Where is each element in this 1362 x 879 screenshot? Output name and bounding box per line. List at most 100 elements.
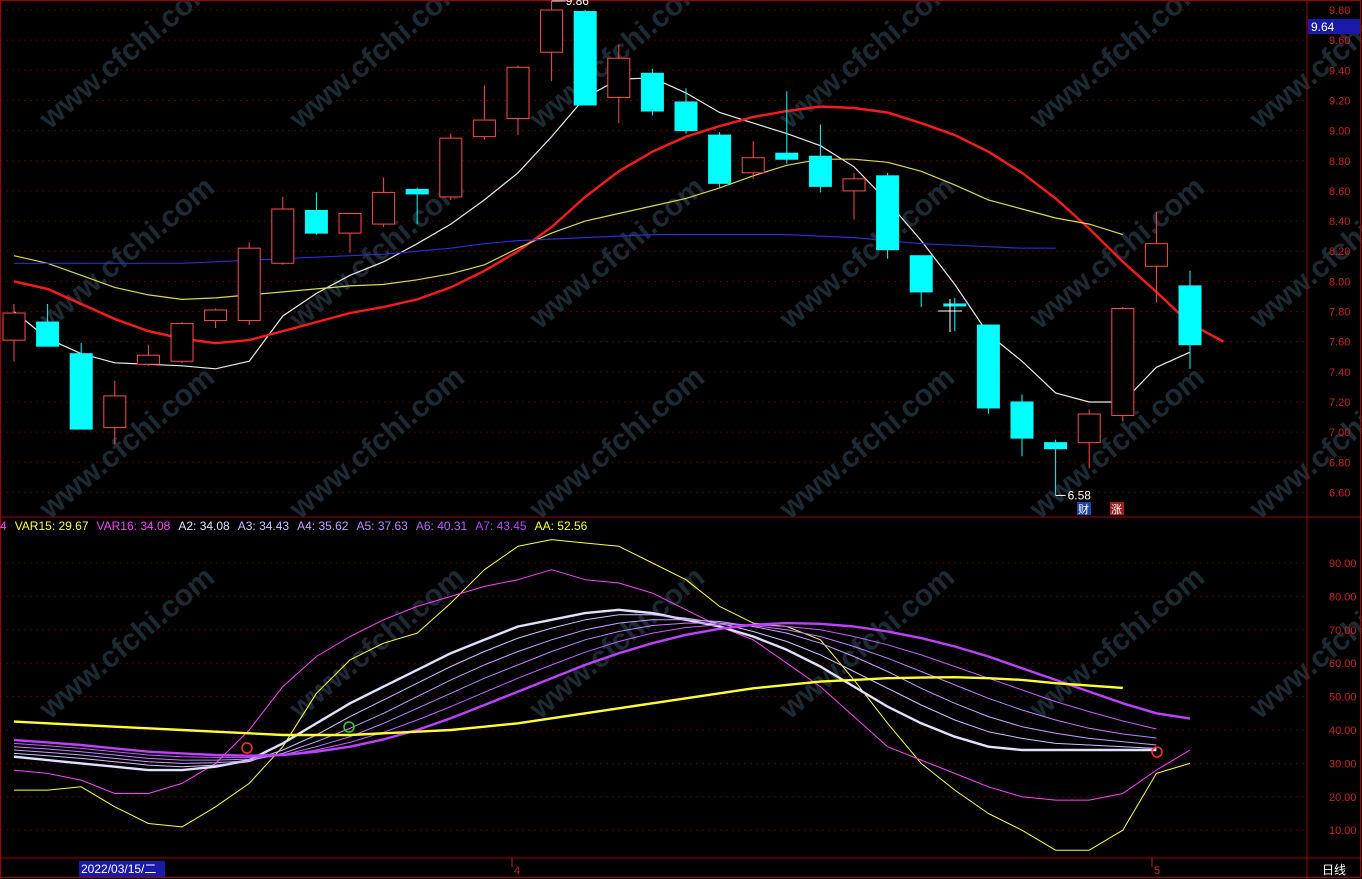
candle-body [1178,285,1202,346]
indicator-tick-label: 30.00 [1329,758,1357,770]
candle[interactable] [304,192,328,235]
period-label: 日线 [1322,863,1346,877]
price-tick-label: 7.60 [1329,337,1350,349]
watermark-text: www.cfchi.com [33,560,221,726]
price-tick-label: 6.80 [1329,457,1350,469]
candle[interactable] [741,141,765,179]
price-tick-label: 7.40 [1329,367,1350,379]
candle-body [103,395,127,429]
watermark-text: www.cfchi.com [283,560,471,726]
candle[interactable] [1111,306,1135,422]
candle[interactable] [909,255,933,307]
candle[interactable] [640,68,664,116]
watermark-text: www.cfchi.com [523,360,711,526]
candle[interactable] [237,242,261,326]
candle-body [237,247,261,322]
candle-body [842,178,866,192]
candle[interactable] [540,0,564,81]
watermark-text: www.cfchi.com [523,170,711,336]
candle[interactable] [2,303,26,362]
candle-body [405,188,429,195]
watermark-text: www.cfchi.com [33,360,221,526]
candle-body [808,155,832,187]
price-tick-label: 9.20 [1329,95,1350,107]
candle[interactable] [674,88,698,134]
price-tick-label: 7.20 [1329,397,1350,409]
candle-body [304,209,328,234]
price-tick-label: 8.80 [1329,156,1350,168]
candle-body [204,309,228,322]
indicator-legend: 4 VAR15: 29.67 VAR16: 34.08 A2: 34.08 A3: 34… [0,517,595,535]
candle-body [472,119,496,138]
price-tick-label: 9.60 [1329,35,1350,47]
price-tick-label: 8.00 [1329,276,1350,288]
legend-item: VAR16: 34.08 [96,519,171,533]
current-price-value: 9.64 [1311,20,1335,34]
watermark-text: www.cfchi.com [1243,360,1362,526]
candle-body [909,255,933,293]
candle[interactable] [439,133,463,200]
candle[interactable] [69,343,93,430]
candle-body [1111,307,1135,417]
candle[interactable] [943,297,967,332]
candle[interactable] [170,322,194,363]
indicator-tick-label: 80.00 [1329,591,1357,603]
candle[interactable] [808,124,832,193]
candle[interactable] [708,132,732,188]
price-tick-label: 9.00 [1329,126,1350,138]
candle[interactable] [976,324,1000,415]
candle-body [338,213,362,234]
high-marker-label: 9.86 [566,0,590,8]
candle-body [674,101,698,132]
legend-item: A4: 35.62 [297,519,349,533]
candle[interactable] [372,177,396,228]
candle[interactable] [472,85,496,140]
candle[interactable] [271,196,295,265]
candle-body [775,152,799,160]
candle[interactable] [1178,270,1202,369]
candle-body [876,175,900,251]
legend-item: VAR15: 29.67 [14,519,89,533]
signal-dot-red [1151,746,1163,758]
candle[interactable] [1010,394,1034,457]
price-tick-label: 8.40 [1329,216,1350,228]
watermark-text: www.cfchi.com [283,0,471,136]
candle[interactable] [842,172,866,220]
candle[interactable] [506,65,530,136]
legend-item: A7: 43.45 [475,519,527,533]
legend-item: A2: 34.08 [178,519,230,533]
candle[interactable] [136,344,160,366]
candle-body [741,157,765,174]
indicator-tick-label: 60.00 [1329,658,1357,670]
legend-item: AA: 52.56 [534,519,588,533]
price-tick-label: 6.60 [1329,487,1350,499]
candle-body [943,303,967,307]
candle-body [36,321,60,347]
indicator-tick-label: 50.00 [1329,692,1357,704]
event-badge-label: 涨 [1111,503,1122,516]
candle-body [271,208,295,264]
candle[interactable] [876,172,900,259]
candle[interactable] [573,10,597,106]
candle-body [607,57,631,98]
price-tick-label: 8.60 [1329,186,1350,198]
price-tick-label: 7.00 [1329,427,1350,439]
candle[interactable] [204,308,228,329]
signal-dot-red [241,742,253,754]
legend-item: A5: 37.63 [356,519,408,533]
watermark-text: www.cfchi.com [523,560,711,726]
candle-body [170,323,194,362]
indicator-tick-label: 10.00 [1329,825,1357,837]
event-badge-label: 财 [1078,502,1089,516]
candle-body [1077,413,1101,444]
candle-body [1010,401,1034,439]
stock-chart[interactable]: www.cfchi.com www.cfchi.com www.cfchi.com w… [0,0,1362,879]
candle-body [1044,442,1068,450]
date-label: 2022/03/15/二 [81,862,156,876]
candle-body [573,11,597,106]
month-label: 4 [514,865,520,877]
indicator-line-a5 [13,622,1157,761]
candle-body [708,134,732,184]
watermark-text: www.cfchi.com [773,560,961,726]
candle-body [2,312,26,341]
